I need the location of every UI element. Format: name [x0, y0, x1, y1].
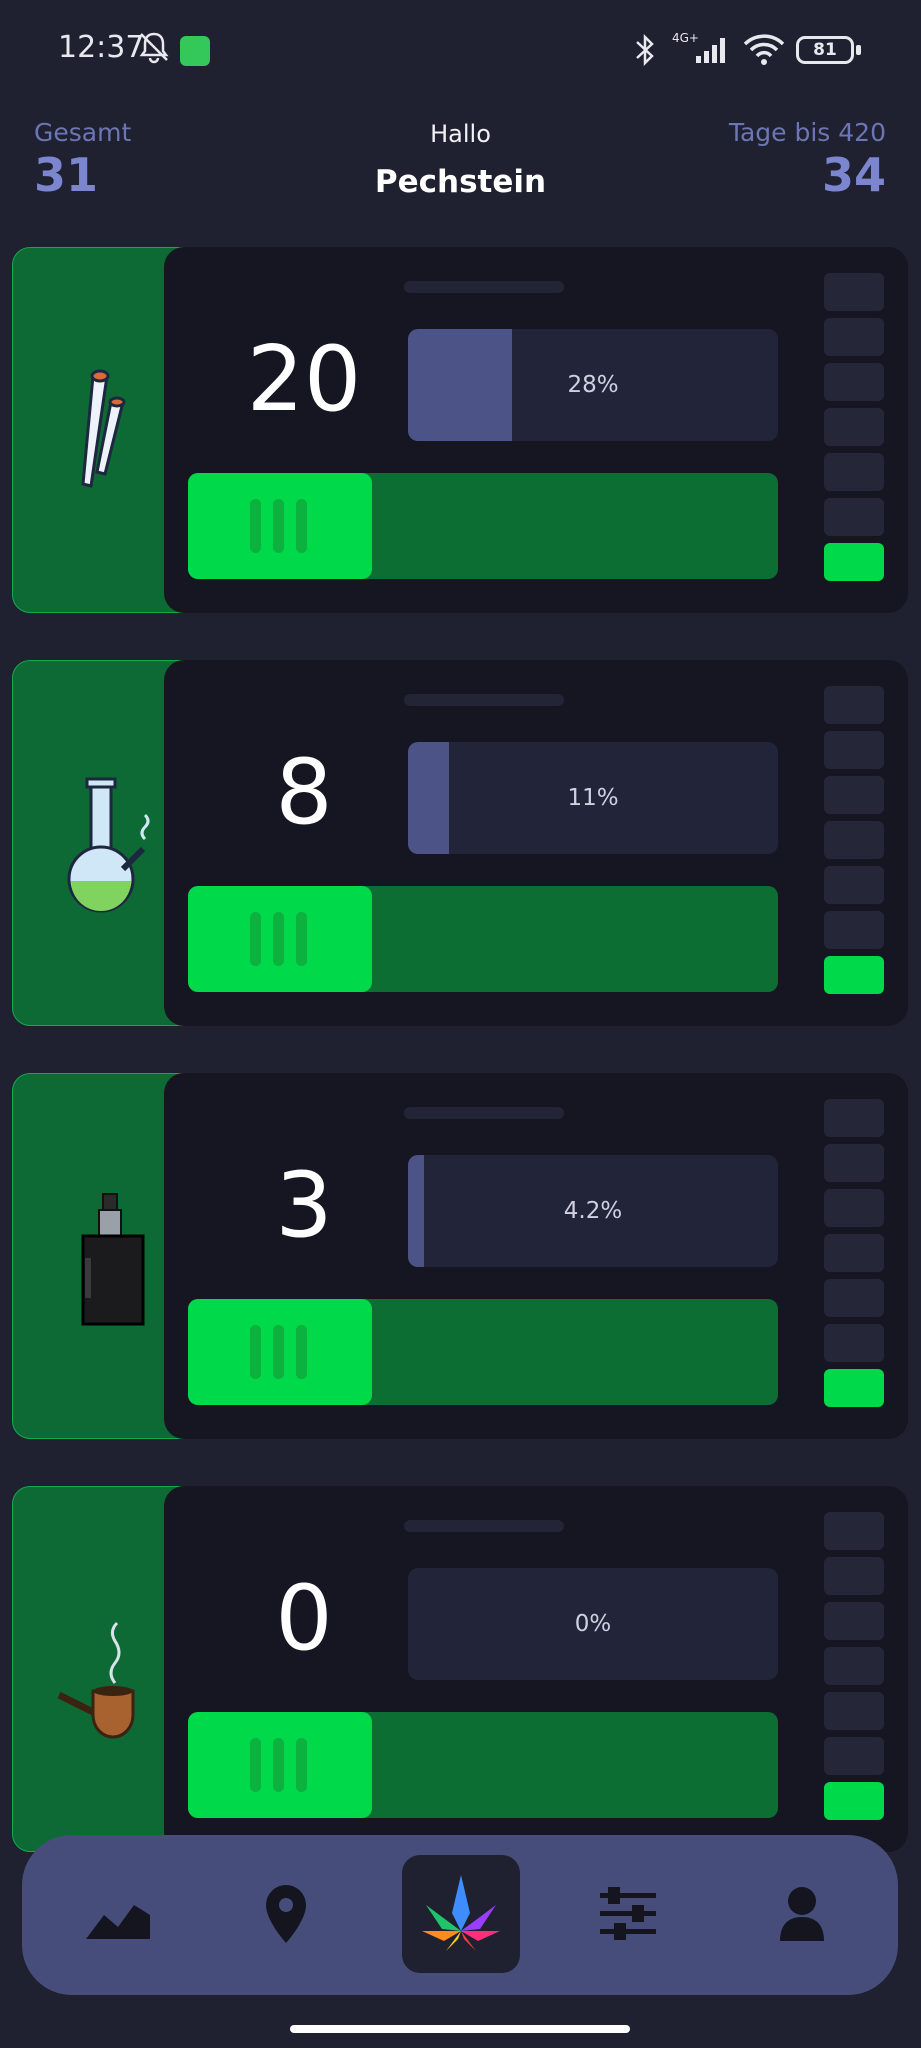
- grip-line: [296, 499, 307, 553]
- status-bar: 12:37 4G+ 81: [0, 0, 921, 100]
- grip-line: [273, 1738, 284, 1792]
- level-box: [824, 1099, 884, 1137]
- level-box: [824, 731, 884, 769]
- signal-icon: [696, 38, 725, 63]
- bell-muted-icon: [139, 32, 169, 64]
- level-box: [824, 1737, 884, 1775]
- consumption-card-vape: 3 4.2%: [12, 1073, 908, 1439]
- level-box: [824, 273, 884, 311]
- days-until-420-label: Tage bis 420: [728, 118, 886, 147]
- pipe-icon: [57, 1621, 135, 1739]
- level-box: [824, 408, 884, 446]
- vape-icon: [81, 1193, 145, 1326]
- level-indicator: [824, 273, 884, 588]
- level-box: [824, 1279, 884, 1317]
- percentage-label: 4.2%: [563, 1198, 623, 1224]
- level-box: [824, 498, 884, 536]
- days-until-420-value: 34: [821, 148, 886, 202]
- status-time: 12:37: [58, 30, 145, 65]
- card-main-panel: 3 4.2%: [164, 1073, 908, 1439]
- bluetooth-icon: [636, 33, 654, 67]
- level-box: [824, 911, 884, 949]
- add-slider-track[interactable]: [188, 886, 778, 992]
- drag-handle[interactable]: [404, 1520, 564, 1532]
- level-box: [824, 363, 884, 401]
- add-slider-track[interactable]: [188, 1299, 778, 1405]
- grip-line: [296, 912, 307, 966]
- level-indicator: [824, 1099, 884, 1414]
- level-box: [824, 686, 884, 724]
- cannabis-leaf-icon: [422, 1875, 500, 1951]
- joint-icon: [81, 369, 126, 488]
- android-notification-icon: [180, 36, 210, 66]
- grip-line: [296, 1738, 307, 1792]
- consumption-count: 3: [275, 1153, 333, 1258]
- card-main-panel: 8 11%: [164, 660, 908, 1026]
- grip-line: [273, 1325, 284, 1379]
- level-box: [824, 1602, 884, 1640]
- grip-line: [250, 1738, 261, 1792]
- profile-icon[interactable]: [762, 1875, 842, 1955]
- grip-line: [273, 499, 284, 553]
- percentage-bar: 11%: [408, 742, 778, 854]
- home-button[interactable]: [402, 1855, 520, 1973]
- level-box: [824, 1234, 884, 1272]
- level-box: [824, 821, 884, 859]
- consumption-count: 8: [275, 740, 333, 845]
- level-box-active: [824, 1782, 884, 1820]
- grip-line: [296, 1325, 307, 1379]
- consumption-card-bong: 8 11%: [12, 660, 908, 1026]
- level-box-active: [824, 1369, 884, 1407]
- level-box-active: [824, 543, 884, 581]
- add-slider-thumb[interactable]: [188, 1712, 372, 1818]
- level-box: [824, 1512, 884, 1550]
- drag-handle[interactable]: [404, 694, 564, 706]
- level-box-active: [824, 956, 884, 994]
- level-indicator: [824, 1512, 884, 1827]
- percentage-label: 28%: [567, 372, 619, 398]
- percentage-bar: 0%: [408, 1568, 778, 1680]
- level-box: [824, 866, 884, 904]
- consumption-card-pipe: 0 0%: [12, 1486, 908, 1852]
- consumption-count: 20: [246, 327, 362, 432]
- battery-indicator: 81: [796, 36, 861, 64]
- consumption-card-joint: 20 28%: [12, 247, 908, 613]
- level-indicator: [824, 686, 884, 1001]
- bong-icon: [67, 777, 150, 913]
- gesture-home-indicator[interactable]: [290, 2025, 630, 2033]
- percentage-bar: 4.2%: [408, 1155, 778, 1267]
- level-box: [824, 776, 884, 814]
- level-box: [824, 1557, 884, 1595]
- percentage-bar: 28%: [408, 329, 778, 441]
- level-box: [824, 453, 884, 491]
- bottom-navigation: [22, 1835, 898, 1995]
- grip-line: [273, 912, 284, 966]
- card-main-panel: 0 0%: [164, 1486, 908, 1852]
- drag-handle[interactable]: [404, 281, 564, 293]
- grip-line: [250, 499, 261, 553]
- level-box: [824, 1189, 884, 1227]
- level-box: [824, 1692, 884, 1730]
- level-box: [824, 1647, 884, 1685]
- add-slider-track[interactable]: [188, 1712, 778, 1818]
- location-icon[interactable]: [246, 1875, 326, 1955]
- percentage-label: 0%: [574, 1611, 612, 1637]
- percentage-label: 11%: [567, 785, 619, 811]
- add-slider-thumb[interactable]: [188, 886, 372, 992]
- consumption-count: 0: [275, 1566, 333, 1671]
- level-box: [824, 1144, 884, 1182]
- drag-handle[interactable]: [404, 1107, 564, 1119]
- level-box: [824, 318, 884, 356]
- add-slider-thumb[interactable]: [188, 473, 372, 579]
- grip-line: [250, 912, 261, 966]
- add-slider-thumb[interactable]: [188, 1299, 372, 1405]
- add-slider-track[interactable]: [188, 473, 778, 579]
- user-name: Pechstein: [374, 164, 547, 200]
- settings-sliders-icon[interactable]: [588, 1875, 668, 1955]
- grip-line: [250, 1325, 261, 1379]
- level-box: [824, 1324, 884, 1362]
- wifi-icon: [743, 34, 785, 65]
- stats-icon[interactable]: [78, 1875, 158, 1955]
- card-main-panel: 20 28%: [164, 247, 908, 613]
